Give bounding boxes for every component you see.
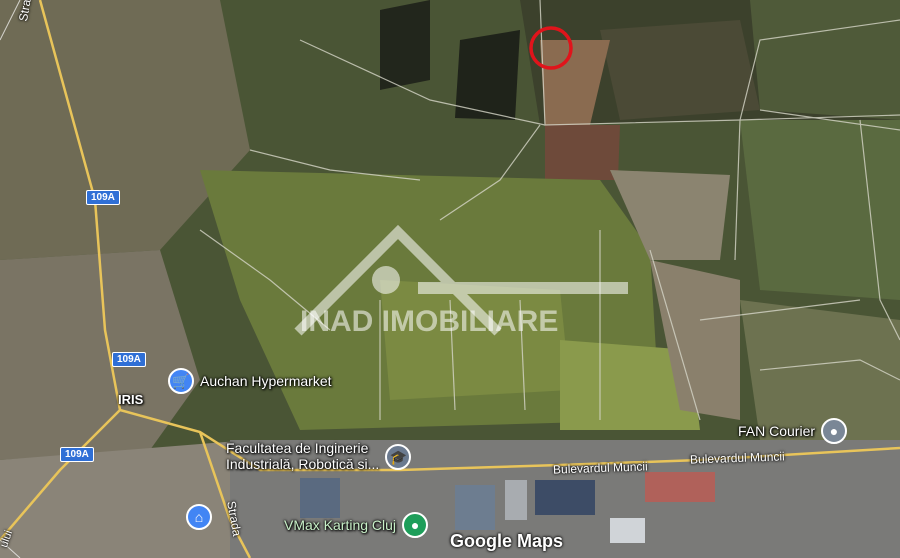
- shopping-cart-icon: 🛒: [168, 368, 194, 394]
- google-maps-attribution: Google Maps: [450, 531, 564, 551]
- poi-auchan-label: Auchan Hypermarket: [200, 373, 332, 389]
- road-badge-109a-bottom: 109A: [60, 447, 94, 462]
- road-badge-109a-top: 109A: [86, 190, 120, 205]
- poi-vmax-label: VMax Karting Cluj: [284, 517, 397, 533]
- place-pin-icon: ●: [402, 512, 429, 538]
- place-pin-icon: ●: [821, 418, 848, 444]
- poi-auchan[interactable]: 🛒 Auchan Hypermarket: [168, 368, 332, 394]
- poi-fan-courier-label: FAN Courier: [738, 423, 816, 439]
- road-badge-109a-middle: 109A: [112, 352, 146, 367]
- poi-faculty-label-line2: Industrială, Robotică si...: [226, 456, 380, 472]
- poi-faculty-label-line1: Facultatea de Inginerie: [226, 440, 369, 456]
- house-icon[interactable]: ⌂: [186, 504, 212, 530]
- district-label-iris: IRIS: [118, 392, 144, 407]
- satellite-map[interactable]: INAD IMOBILIARE Strada Oașului ului Stra…: [0, 0, 900, 558]
- watermark-text: INAD IMOBILIARE: [300, 305, 559, 338]
- poi-faculty[interactable]: Facultatea de Inginerie Industrială, Rob…: [226, 440, 412, 472]
- poi-fan-courier[interactable]: FAN Courier ●: [738, 418, 848, 444]
- graduation-cap-icon: 🎓: [385, 444, 412, 470]
- poi-vmax-karting[interactable]: VMax Karting Cluj ●: [284, 512, 429, 538]
